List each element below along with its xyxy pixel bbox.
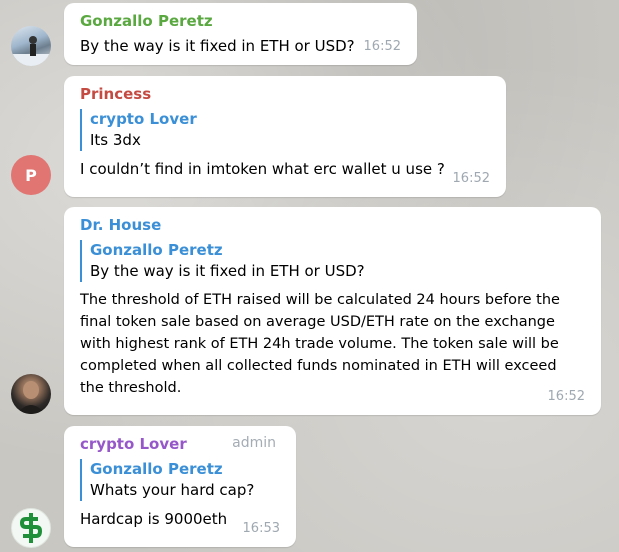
reply-author: Gonzallo Peretz xyxy=(90,241,223,259)
message-bubble[interactable]: Dr. House Gonzallo Peretz By the way is … xyxy=(64,207,601,415)
message-text: I couldn’t find in imtoken what erc wall… xyxy=(80,160,445,178)
reply-text: By the way is it fixed in ETH or USD? xyxy=(90,262,365,280)
sender-name[interactable]: Princess xyxy=(80,84,490,104)
reply-author: crypto Lover xyxy=(90,110,197,128)
avatar[interactable] xyxy=(11,374,51,414)
person-photo-icon xyxy=(11,36,51,66)
avatar[interactable] xyxy=(11,508,51,548)
avatar[interactable] xyxy=(11,26,51,66)
reply-quote[interactable]: Gonzallo Peretz By the way is it fixed i… xyxy=(80,240,585,282)
reply-author: Gonzallo Peretz xyxy=(90,460,223,478)
message-time: 16:52 xyxy=(452,171,490,186)
person-photo-icon xyxy=(17,381,45,414)
reply-text: Whats your hard cap? xyxy=(90,481,255,499)
message-bubble[interactable]: Princess crypto Lover Its 3dx I couldn’t… xyxy=(64,76,506,197)
sender-name[interactable]: Gonzallo Peretz xyxy=(80,11,401,31)
dollar-logo-icon xyxy=(19,513,43,543)
avatar[interactable]: P xyxy=(11,155,51,195)
message-bubble[interactable]: Gonzallo Peretz By the way is it fixed i… xyxy=(64,3,417,65)
sender-name[interactable]: Dr. House xyxy=(80,215,585,235)
message-time: 16:53 xyxy=(242,521,280,536)
reply-quote[interactable]: crypto Lover Its 3dx xyxy=(80,109,490,151)
avatar-letter: P xyxy=(25,165,37,185)
message-text: By the way is it fixed in ETH or USD? xyxy=(80,37,355,55)
message-time: 16:52 xyxy=(547,389,585,404)
message-text: The threshold of ETH raised will be calc… xyxy=(80,292,560,396)
reply-quote[interactable]: Gonzallo Peretz Whats your hard cap? xyxy=(80,459,280,501)
reply-text: Its 3dx xyxy=(90,131,141,149)
message-bubble[interactable]: crypto Lover admin Gonzallo Peretz Whats… xyxy=(64,426,296,547)
admin-badge: admin xyxy=(232,435,276,451)
message-time: 16:52 xyxy=(363,39,401,54)
